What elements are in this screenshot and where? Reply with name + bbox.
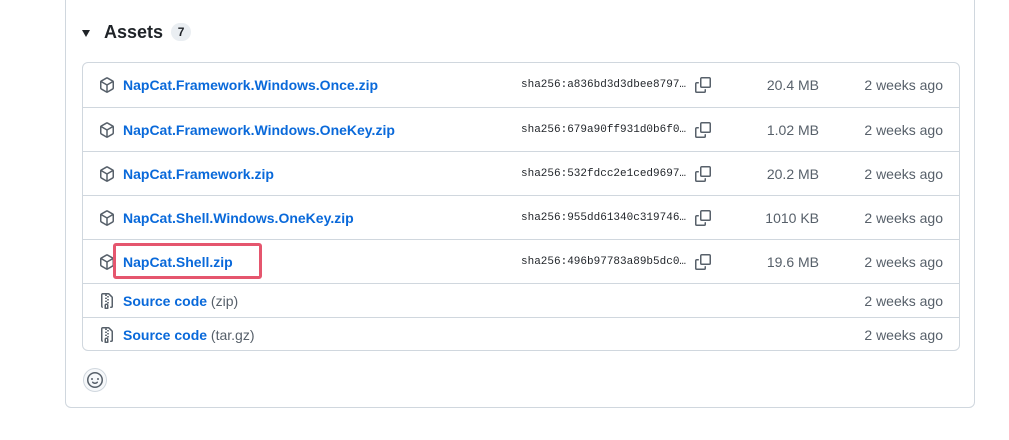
package-icon [100,77,114,93]
file-zip-icon [101,327,113,343]
sha256-digest: sha256:496b97783a89b5dc0… [521,256,687,268]
asset-row: NapCat.Shell.Windows.OneKey.zip sha256:9… [83,195,959,239]
package-icon [100,166,114,182]
copy-icon[interactable] [695,210,711,226]
asset-link[interactable]: NapCat.Framework.Windows.OneKey.zip [123,122,395,138]
assets-header[interactable]: Assets 7 [82,19,192,45]
asset-date: 2 weeks ago [864,77,943,93]
copy-icon[interactable] [695,254,711,270]
source-code-row: Source code (zip) 2 weeks ago [83,283,959,317]
package-icon [100,122,114,138]
asset-date: 2 weeks ago [864,166,943,182]
package-icon [100,210,114,226]
copy-icon[interactable] [695,122,711,138]
add-reaction-button[interactable] [83,368,107,392]
asset-date: 2 weeks ago [864,254,943,270]
assets-title: Assets [104,21,164,42]
asset-date: 2 weeks ago [864,210,943,226]
sha256-digest: sha256:679a90ff931d0b6f0… [521,124,687,136]
asset-link[interactable]: NapCat.Framework.Windows.Once.zip [123,77,378,93]
asset-row: NapCat.Framework.Windows.Once.zip sha256… [83,63,959,107]
sha256-digest: sha256:532fdcc2e1ced9697… [521,168,687,180]
asset-size: 20.4 MB [766,77,819,93]
asset-size: 1.02 MB [766,122,819,138]
assets-count-badge: 7 [171,23,192,41]
asset-row: NapCat.Shell.zip sha256:496b97783a89b5dc… [83,239,959,283]
asset-link[interactable]: NapCat.Framework.zip [123,166,274,182]
sha256-digest: sha256:a836bd3d3dbee8797… [521,79,687,91]
asset-date: 2 weeks ago [864,293,943,309]
copy-icon[interactable] [695,166,711,182]
sha256-digest: sha256:955dd61340c319746… [521,212,687,224]
asset-size: 1010 KB [765,210,819,226]
triangle-down-icon[interactable] [82,29,90,37]
smiley-icon [87,372,103,388]
asset-link[interactable]: NapCat.Shell.zip [123,254,233,270]
file-zip-icon [101,293,113,309]
asset-size: 19.6 MB [766,254,819,270]
source-code-targz-link[interactable]: Source code (tar.gz) [123,327,255,343]
asset-date: 2 weeks ago [864,327,943,343]
asset-size: 20.2 MB [766,166,819,182]
asset-row: NapCat.Framework.Windows.OneKey.zip sha2… [83,107,959,151]
copy-icon[interactable] [695,77,711,93]
asset-date: 2 weeks ago [864,122,943,138]
asset-row: NapCat.Framework.zip sha256:532fdcc2e1ce… [83,151,959,195]
package-icon [100,254,114,270]
source-code-zip-link[interactable]: Source code (zip) [123,293,238,309]
asset-link[interactable]: NapCat.Shell.Windows.OneKey.zip [123,210,354,226]
source-code-row: Source code (tar.gz) 2 weeks ago [83,317,959,350]
assets-list: NapCat.Framework.Windows.Once.zip sha256… [82,62,960,351]
